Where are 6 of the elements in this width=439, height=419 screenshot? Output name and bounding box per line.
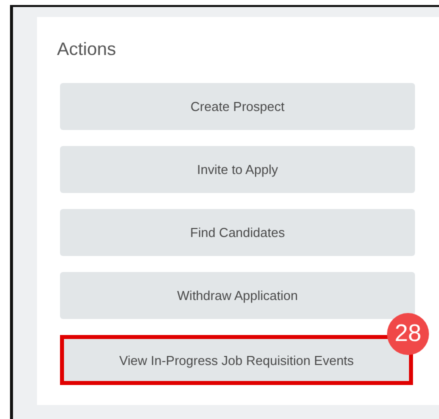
action-button[interactable]: Find Candidates xyxy=(60,209,415,256)
card-title: Actions xyxy=(57,39,118,61)
action-button[interactable]: Withdraw Application xyxy=(60,272,415,319)
callout-badge: 28 xyxy=(387,313,429,355)
action-button[interactable]: Invite to Apply xyxy=(60,146,415,193)
action-button[interactable]: Create Prospect xyxy=(60,83,415,130)
